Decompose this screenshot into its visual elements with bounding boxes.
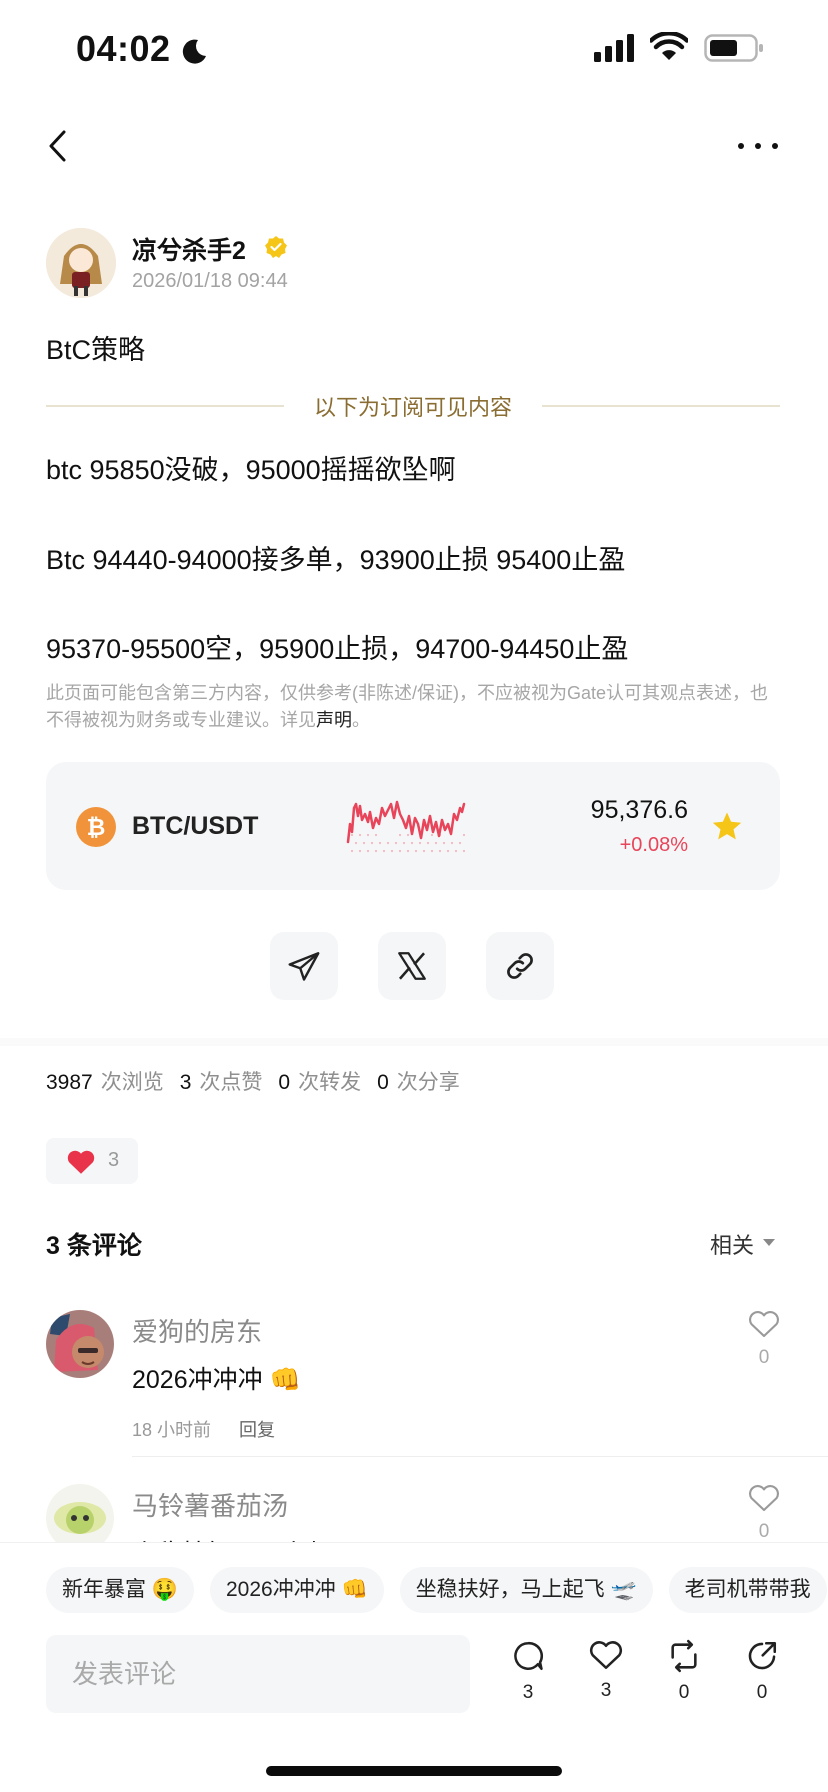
shares-count: 0 (377, 1071, 389, 1094)
heart-outline-icon (749, 1485, 779, 1512)
heart-reaction-chip[interactable]: 3 (46, 1138, 138, 1184)
quick-reply-chip[interactable]: 新年暴富 🤑 (46, 1567, 194, 1613)
share-icon (748, 1641, 777, 1670)
commenter-name[interactable]: 爱狗的房东 (132, 1312, 262, 1349)
wifi-icon (650, 32, 688, 60)
copy-link-button[interactable] (486, 932, 554, 1000)
disclaimer-link[interactable]: 声明 (316, 710, 352, 730)
likes-label: 次点赞 (199, 1071, 263, 1094)
comment-action-count: 3 (522, 1682, 534, 1703)
reposts-count: 0 (278, 1071, 291, 1094)
commenter-avatar[interactable] (46, 1484, 114, 1542)
comment-action-button[interactable]: 3 (508, 1639, 548, 1704)
commenter-name[interactable]: 马铃薯番茄汤 (132, 1486, 288, 1523)
post-line: btc 95850没破，95000摇摇欲坠啊 (46, 455, 456, 485)
share-action-button[interactable]: 0 (742, 1639, 782, 1704)
svg-text:₿: ₿ (87, 815, 106, 841)
quick-reply-chip[interactable]: 坐稳扶好，马上起飞 🛫 (399, 1567, 653, 1613)
divider-line-right (542, 405, 780, 407)
battery-icon (704, 34, 763, 62)
comment-meta: 18 小时前 回复 (132, 1416, 275, 1442)
comment-sort-dropdown[interactable]: 相关 (710, 1228, 754, 1260)
comment-like-button[interactable]: 0 (746, 1484, 782, 1542)
share-x-button[interactable] (378, 932, 446, 1000)
comment-text: 坐稳扶好，马上起飞 (132, 1534, 357, 1542)
verified-badge-icon (265, 236, 287, 258)
share-action-count: 0 (756, 1682, 768, 1703)
comment-like-count: 0 (758, 1347, 770, 1368)
post-line: 95370-95500空，95900止损，94700-94450止盈 (46, 634, 629, 664)
quick-reply-chip[interactable]: 2026冲冲冲 👊 (209, 1567, 384, 1613)
like-action-count: 3 (600, 1680, 612, 1701)
like-action-button[interactable]: 3 (586, 1639, 626, 1702)
author-avatar[interactable] (46, 228, 116, 298)
reaction-count: 3 (108, 1149, 120, 1171)
share-telegram-button[interactable] (270, 932, 338, 1000)
price-sparkline (346, 800, 466, 853)
disclaimer-text: 此页面可能包含第三方内容，仅供参考(非陈述/保证)，不应被视为Gate认可其观点… (46, 683, 769, 730)
favorite-star-icon[interactable] (710, 810, 744, 844)
disclaimer-end: 。 (352, 710, 370, 730)
caret-down-icon[interactable] (762, 1238, 776, 1248)
likes-count: 3 (179, 1071, 192, 1094)
comment-like-count: 0 (758, 1521, 770, 1542)
commenter-avatar[interactable] (46, 1310, 114, 1378)
quick-reply-chips: 新年暴富 🤑 2026冲冲冲 👊 坐稳扶好，马上起飞 🛫 老司机带带我 (46, 1567, 828, 1615)
nav-bar (0, 118, 828, 174)
comment-time: 18 小时前 (132, 1420, 212, 1440)
home-indicator[interactable] (266, 1766, 562, 1776)
post-title: BtC策略 (46, 335, 146, 365)
heart-filled-icon (67, 1150, 95, 1174)
comment-item: 爱狗的房东 2026冲冲冲 👊 18 小时前 回复 0 (46, 1310, 828, 1460)
subscription-divider: 以下为订阅可见内容 (46, 390, 780, 424)
bottom-comment-panel: 新年暴富 🤑 2026冲冲冲 👊 坐稳扶好，马上起飞 🛫 老司机带带我 发表评论 3 … (0, 1542, 828, 1792)
post-date: 2026/01/18 09:44 (132, 270, 288, 292)
comment-like-button[interactable]: 0 (746, 1310, 782, 1369)
section-separator (0, 1038, 828, 1046)
post-stats: 3987 次浏览 3 次点赞 0 次转发 0 次分享 (46, 1066, 476, 1096)
heart-outline-icon (749, 1311, 779, 1338)
ticker-change: +0.08% (619, 834, 688, 856)
ticker-pair: BTC/USDT (132, 812, 259, 840)
comment-icon (514, 1641, 543, 1671)
comments-title: 3 条评论 (46, 1232, 142, 1260)
reposts-label: 次转发 (298, 1071, 362, 1094)
comment-text: 2026冲冲冲 👊 (132, 1366, 301, 1394)
back-button[interactable] (42, 126, 76, 166)
comment-item: 马铃薯番茄汤 坐稳扶好，马上起飞 0 (46, 1484, 828, 1542)
comment-input[interactable]: 发表评论 (46, 1635, 470, 1713)
bitcoin-icon: ₿ (76, 807, 116, 847)
shares-label: 次分享 (396, 1071, 460, 1094)
views-count: 3987 (46, 1071, 93, 1094)
ticker-card[interactable]: ₿ BTC/USDT 95,376.6 +0.08% (46, 762, 780, 890)
link-icon (507, 953, 533, 979)
telegram-icon (288, 952, 320, 981)
status-time: 04:02 (76, 28, 171, 69)
heart-icon (589, 1641, 623, 1670)
views-label: 次浏览 (100, 1071, 164, 1094)
moon-icon (182, 39, 206, 64)
cellular-signal-icon (594, 34, 634, 62)
reply-button[interactable]: 回复 (239, 1420, 275, 1440)
post-line: Btc 94440-94000接多单，93900止损 95400止盈 (46, 545, 626, 575)
author-name[interactable]: 凉兮杀手2 (132, 231, 246, 267)
repost-action-count: 0 (678, 1682, 690, 1703)
status-bar: 04:02 (0, 0, 828, 100)
comment-divider (132, 1456, 828, 1457)
ticker-price: 95,376.6 (590, 796, 688, 824)
repost-icon (671, 1639, 697, 1673)
more-options-button[interactable] (736, 136, 780, 156)
x-icon (398, 952, 426, 980)
author-header: 凉兮杀手2 2026/01/18 09:44 (46, 228, 546, 300)
quick-reply-chip[interactable]: 老司机带带我 (668, 1567, 827, 1613)
repost-action-button[interactable]: 0 (664, 1639, 704, 1704)
disclaimer: 此页面可能包含第三方内容，仅供参考(非陈述/保证)，不应被视为Gate认可其观点… (46, 680, 780, 734)
